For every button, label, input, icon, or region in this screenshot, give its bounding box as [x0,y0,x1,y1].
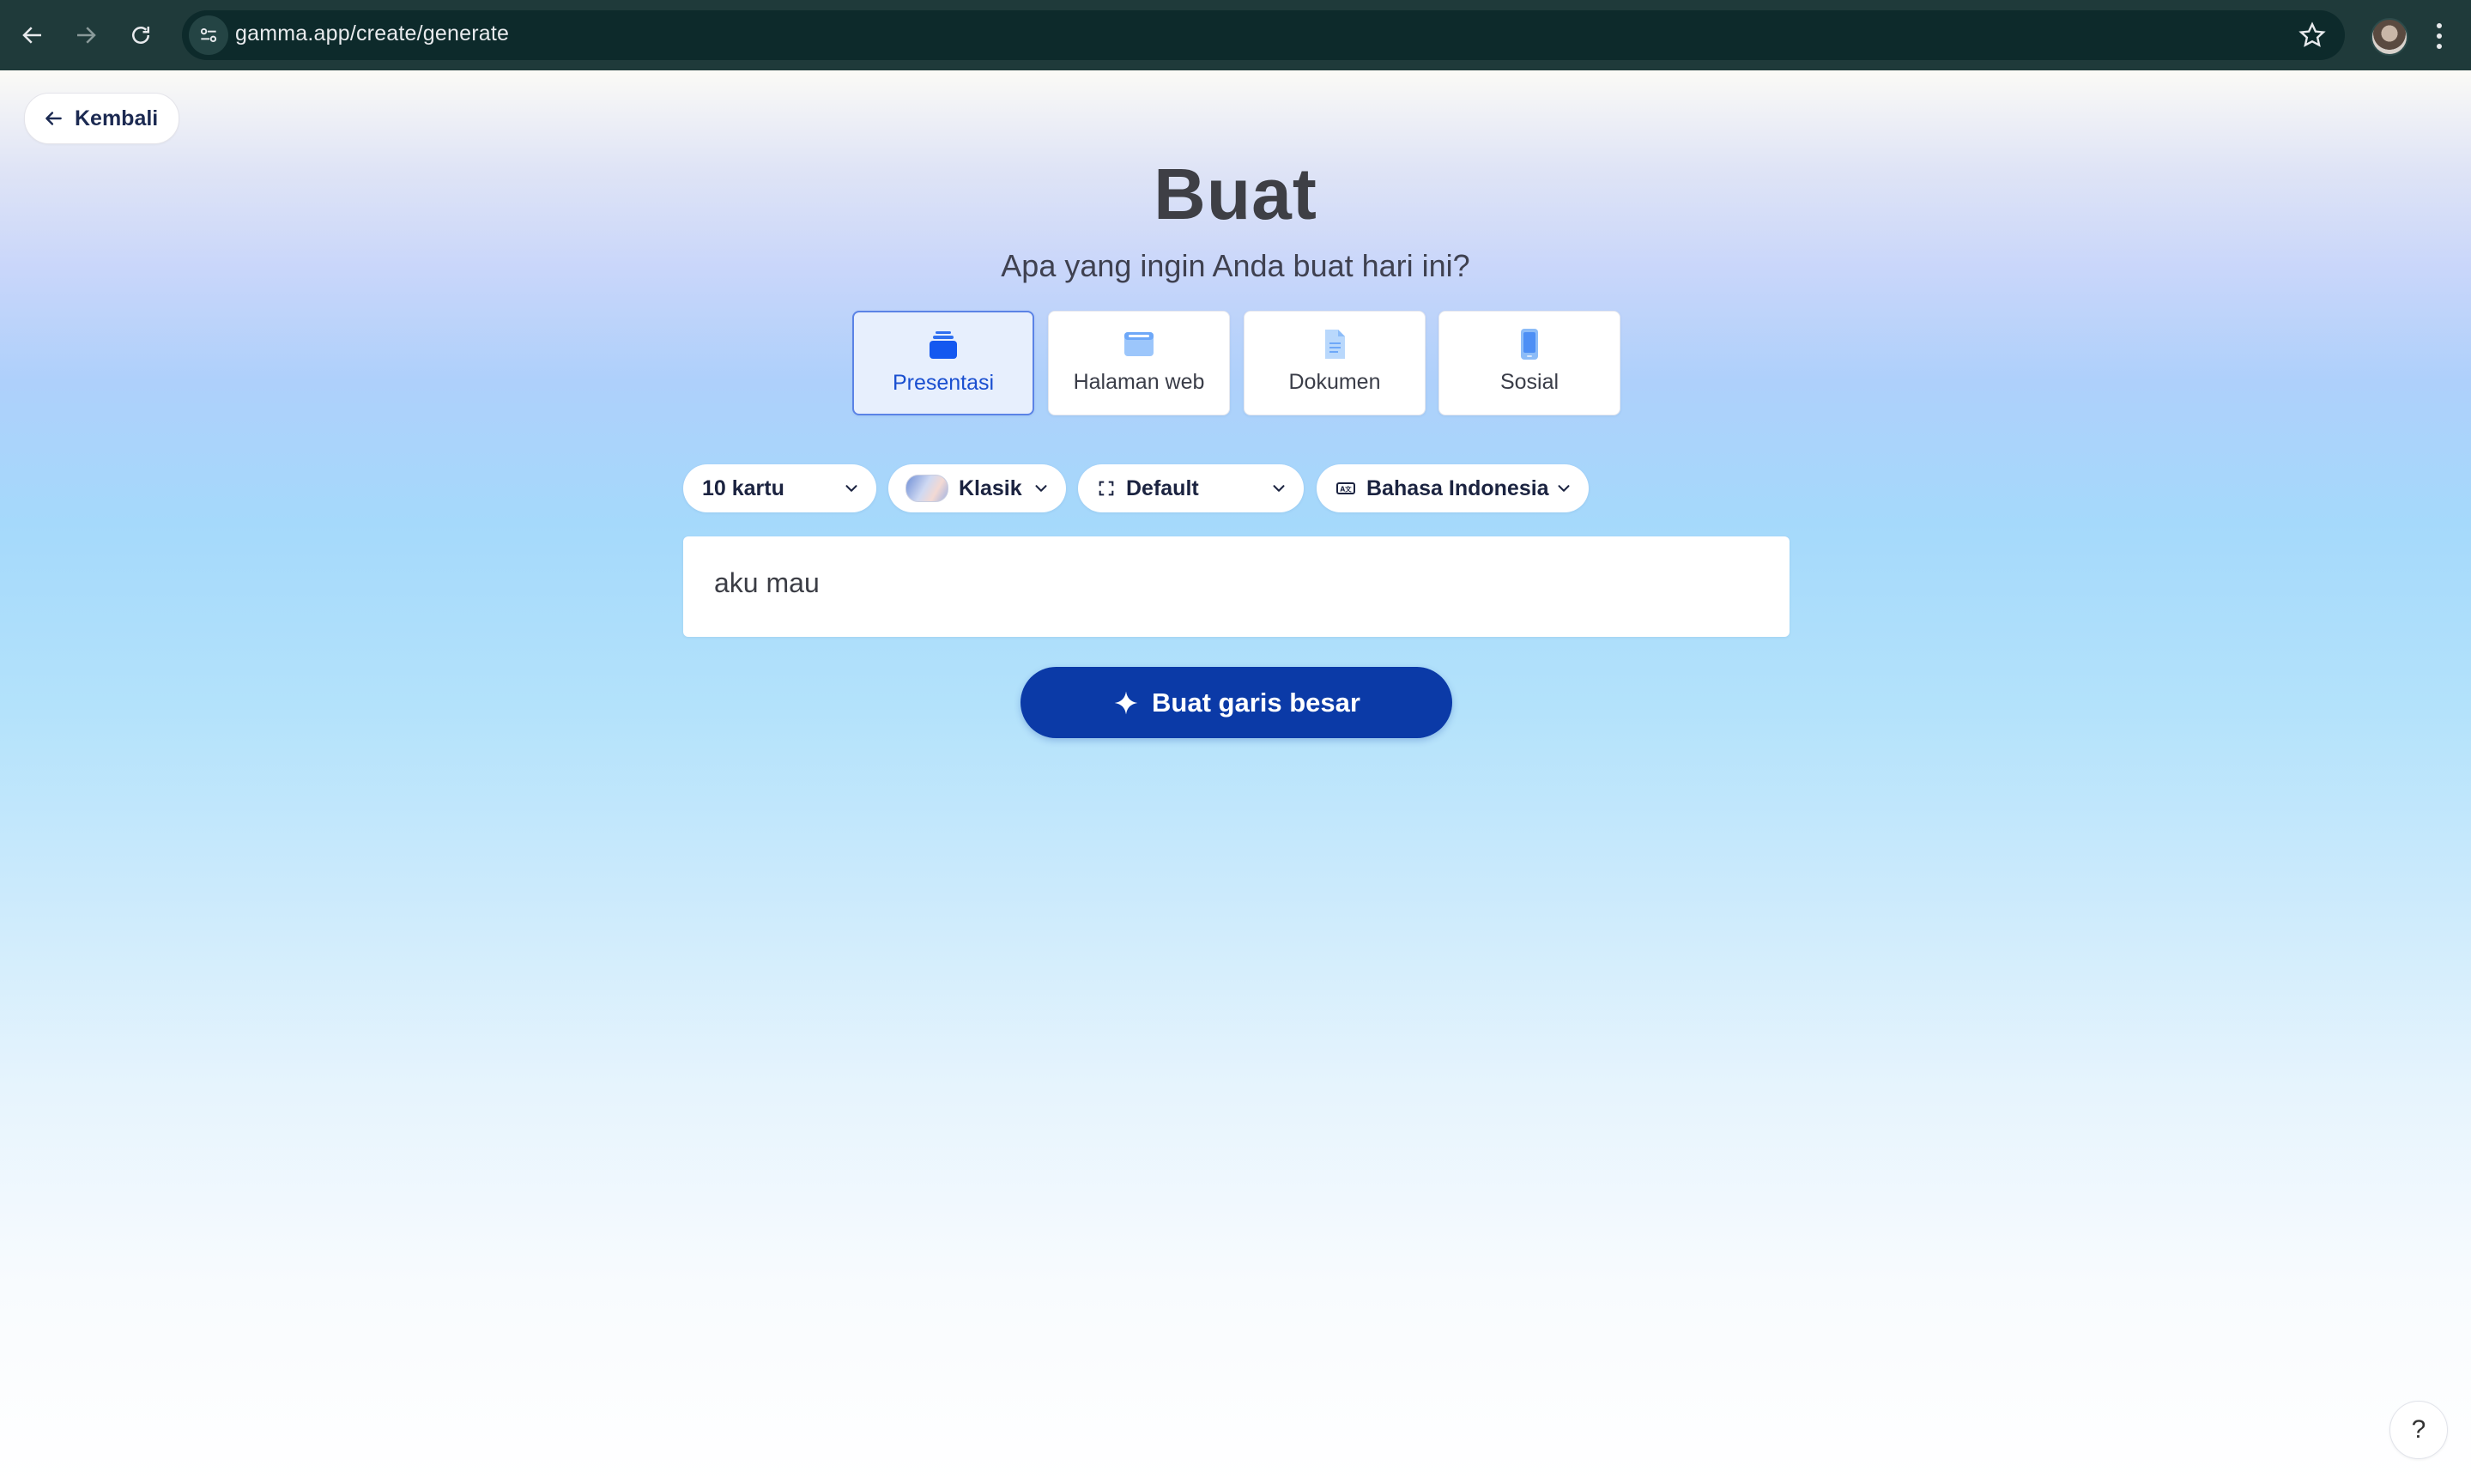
chevron-down-icon [1558,485,1570,492]
type-card-presentasi[interactable]: Presentasi [852,311,1034,415]
browser-window-icon [1124,332,1154,356]
type-card-sosial[interactable]: Sosial [1438,311,1620,415]
theme-dropdown[interactable]: Klasik [888,464,1066,512]
page-title: Buat [1154,154,1317,234]
reload-icon [132,27,149,44]
document-icon [1325,330,1345,359]
svg-text:A文: A文 [1340,485,1352,494]
url-text[interactable]: gamma.app/create/generate [235,21,509,46]
browser-back-button[interactable] [12,15,53,56]
chevron-down-icon [845,485,857,492]
back-button[interactable]: Kembali [24,93,180,144]
stack-cards-icon [930,331,957,359]
cards-count-value: 10 kartu [702,475,784,500]
type-card-label: Dokumen [1288,370,1381,394]
site-settings-button[interactable] [189,15,228,55]
bookmark-star-icon[interactable] [2297,20,2328,51]
frame-icon [1097,479,1116,498]
type-card-halaman-web[interactable]: Halaman web [1048,311,1230,415]
back-arrow-icon [22,27,41,44]
browser-forward-button[interactable] [65,15,106,56]
type-card-label: Sosial [1499,370,1560,394]
format-dropdown[interactable]: Default [1078,464,1304,512]
forward-arrow-icon [77,27,96,44]
type-card-dokumen[interactable]: Dokumen [1244,311,1426,415]
language-icon: A文 [1335,478,1356,499]
language-dropdown[interactable]: A文 Bahasa Indonesia [1317,464,1589,512]
browser-toolbar: gamma.app/create/generate [0,0,2471,70]
theme-value: Klasik [959,475,1022,500]
phone-icon [1521,329,1538,360]
help-button[interactable]: ? [2389,1401,2448,1459]
sparkle-icon [1114,691,1138,714]
generate-outline-label: Buat garis besar [1152,687,1360,718]
generate-outline-button[interactable]: Buat garis besar [1020,667,1452,738]
language-value: Bahasa Indonesia [1366,475,1549,500]
theme-thumbnail [905,475,948,502]
prompt-input[interactable]: aku mau [683,536,1790,637]
help-icon: ? [2411,1415,2426,1444]
profile-avatar[interactable] [2371,18,2408,56]
type-card-label: Halaman web [1073,370,1205,394]
format-value: Default [1126,475,1199,500]
page-subtitle: Apa yang ingin Anda buat hari ini? [1001,248,1470,283]
cards-count-dropdown[interactable]: 10 kartu [683,464,876,512]
chevron-down-icon [1035,485,1047,492]
address-bar[interactable]: gamma.app/create/generate [182,10,2345,60]
chevron-down-icon [1273,485,1285,492]
back-button-label: Kembali [75,106,159,130]
create-page: Kembali Buat Apa yang ingin Anda buat ha… [0,70,2471,1484]
arrow-left-icon [45,112,62,125]
type-card-label: Presentasi [892,371,995,395]
site-settings-icon [200,27,217,43]
more-menu-icon[interactable] [2424,19,2455,53]
browser-reload-button[interactable] [120,15,161,56]
prompt-input-value[interactable]: aku mau [714,567,820,599]
